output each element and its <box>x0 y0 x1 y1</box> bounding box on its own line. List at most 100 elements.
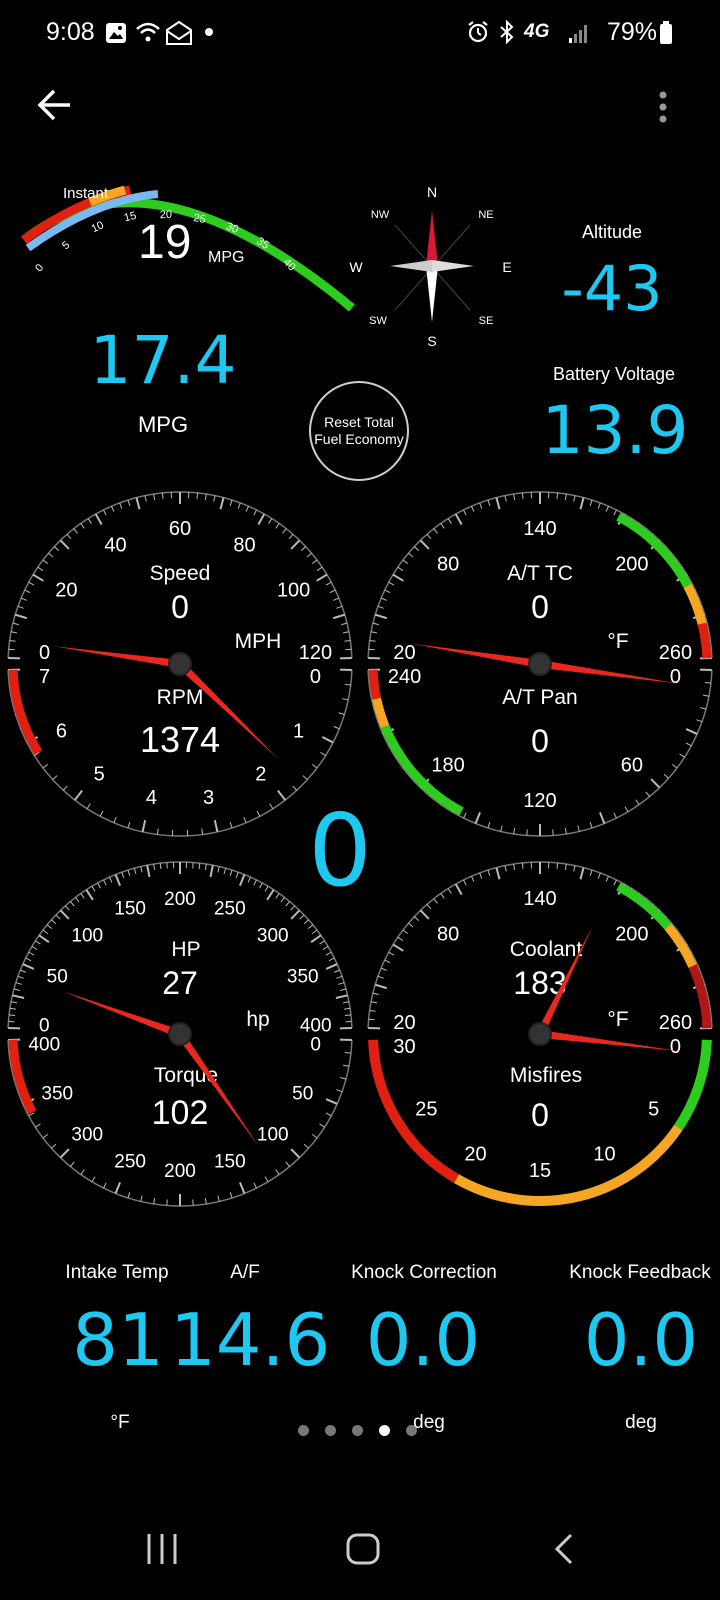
gauge-tick <box>80 1169 85 1175</box>
reset-total-fuel-economy-button[interactable]: Reset Total Fuel Economy <box>309 381 409 481</box>
compass-south-needle <box>426 266 438 322</box>
gauge-tick <box>321 736 334 744</box>
gauge-tick <box>487 499 491 506</box>
hp-unit: hp <box>246 1008 269 1031</box>
page-dot[interactable] <box>406 1425 417 1436</box>
gauge-tick <box>384 959 391 964</box>
gauge-tick <box>336 1089 343 1093</box>
gauge-tick <box>504 865 507 872</box>
page-dot[interactable] <box>325 1425 336 1436</box>
gauge-tick <box>613 509 617 516</box>
gauge-tick <box>73 528 78 534</box>
compass-ne: NE <box>478 209 493 221</box>
speed-tick-label: 80 <box>233 534 255 556</box>
gauge-tick <box>85 889 94 901</box>
hp-tick-label: 400 <box>300 1016 332 1037</box>
gauge-tick <box>135 497 141 510</box>
gauge-tick <box>414 546 420 552</box>
gauge-tick <box>471 506 475 512</box>
altitude-label: Altitude <box>581 222 643 242</box>
page-dot[interactable] <box>298 1425 309 1436</box>
misfire-tick-label: 15 <box>529 1160 551 1182</box>
gauge-tick <box>103 509 107 516</box>
gauge-tick <box>377 605 384 609</box>
speed-unit: MPH <box>235 630 282 653</box>
page-indicator[interactable] <box>298 1424 428 1438</box>
gauge-tick <box>388 581 395 586</box>
torque-tick-label: 150 <box>214 1152 246 1173</box>
gauge-tick <box>463 812 467 819</box>
gauge-tick <box>338 982 345 985</box>
battery-icon <box>660 21 672 44</box>
knock-correction-label: Knock Correction <box>351 1262 497 1283</box>
gauge-tick <box>59 539 70 550</box>
compass-n: N <box>427 184 437 200</box>
at-tc-unit: °F <box>607 630 628 653</box>
gauge-tick <box>87 518 92 524</box>
alarm-icon <box>468 21 488 43</box>
compass-e: E <box>502 259 511 275</box>
more-options-icon[interactable] <box>656 90 670 126</box>
gauge-tick <box>573 495 576 502</box>
torque-tick-label: 400 <box>28 1034 60 1055</box>
page-dot[interactable] <box>379 1425 390 1436</box>
hp-tick-label: 0 <box>39 1016 50 1037</box>
gauge-tick <box>333 597 340 601</box>
gauge-tick <box>487 822 491 829</box>
pan-tick-label: 240 <box>388 666 421 688</box>
gauge-tick <box>426 903 432 910</box>
gauge-tick <box>17 975 24 979</box>
gauge-tick <box>504 495 507 502</box>
gauge-tick <box>336 605 343 609</box>
gauge-tick <box>320 751 326 757</box>
gauge-tick <box>685 728 698 735</box>
gauge-tick <box>433 898 438 904</box>
misfire-tick-label: 25 <box>415 1099 437 1121</box>
gauge-tick <box>613 879 617 886</box>
gauge-tick <box>243 817 247 823</box>
back-arrow-icon[interactable] <box>36 88 74 122</box>
gauge-tick <box>579 497 585 510</box>
gauge-tick <box>307 924 314 930</box>
intake-temp-value: 81 <box>72 1298 164 1382</box>
gauge-tick <box>311 1133 318 1139</box>
notification-dot-icon <box>205 28 213 36</box>
gauge-tick <box>114 1181 121 1194</box>
gauge-tick <box>696 719 703 723</box>
at-tc-label: A/T TC <box>507 562 573 585</box>
home-icon[interactable] <box>345 1532 381 1566</box>
gauge-tick <box>42 763 49 769</box>
page-dot[interactable] <box>352 1425 363 1436</box>
gauge-tick <box>12 622 19 626</box>
speed-tick-label: 100 <box>277 579 310 601</box>
gauge-tick <box>685 742 692 747</box>
rpm-tick-label: 5 <box>94 763 105 785</box>
recent-apps-icon[interactable] <box>144 1532 180 1566</box>
gauge-tick <box>433 528 438 534</box>
gauge-tick <box>579 867 585 880</box>
gauge-tick <box>597 502 601 509</box>
gauge-tick <box>229 499 233 506</box>
gauge-tick <box>663 773 669 779</box>
instant-label: Instant <box>63 185 109 202</box>
status-bar: 9:08 4G 79% <box>0 0 720 64</box>
nav-back-icon[interactable] <box>552 1532 576 1566</box>
gauge-tick <box>605 876 609 882</box>
tc-tick-label: 80 <box>437 554 459 576</box>
gauge-tick <box>140 1195 143 1202</box>
gauge-tick <box>42 1133 49 1139</box>
gauge-tick <box>51 919 57 925</box>
gauge-tick <box>55 914 61 920</box>
gauge-tick <box>24 589 31 594</box>
gauge-tick <box>333 969 340 973</box>
gauge-tick <box>290 1148 301 1159</box>
coolant-tick-label: 260 <box>659 1012 692 1034</box>
gauge-tick <box>463 509 467 516</box>
average-mpg-value: 17.4 <box>89 322 237 399</box>
gauge-tick <box>213 819 219 833</box>
gauge-tick <box>613 812 617 819</box>
gauge-tick <box>153 1197 156 1205</box>
gauge-tick <box>704 682 711 684</box>
gauge-tick <box>73 789 83 801</box>
coolant-tick-label: 20 <box>393 1012 415 1034</box>
